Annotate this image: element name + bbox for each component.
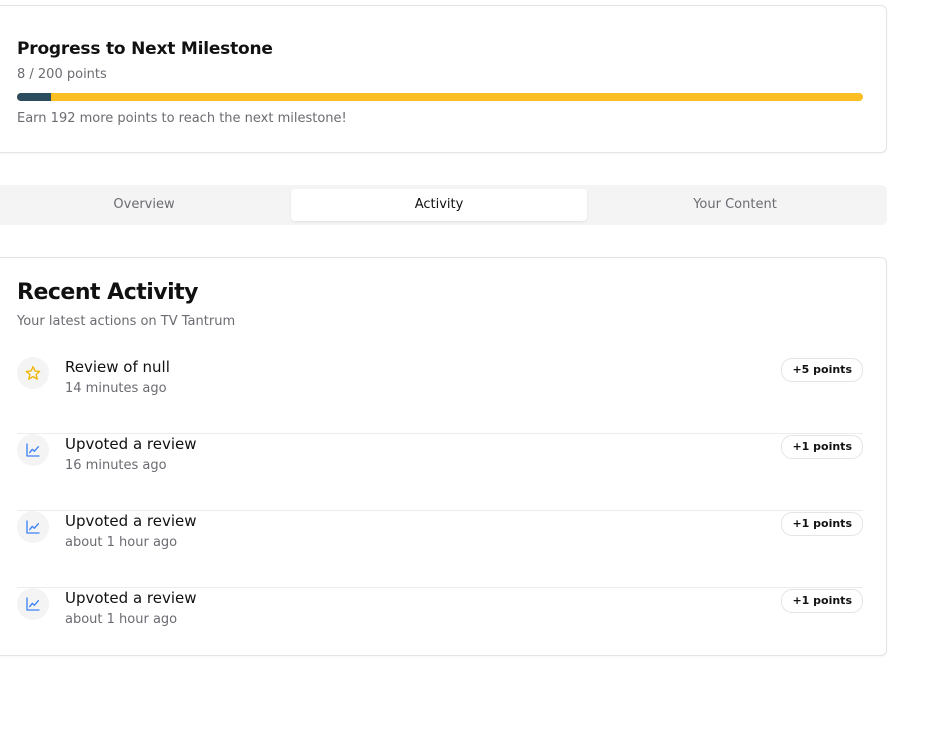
activity-time: 14 minutes ago	[65, 381, 167, 396]
activity-time: about 1 hour ago	[65, 612, 178, 627]
activity-item: Review of null 14 minutes ago +5 points	[17, 357, 863, 434]
points-badge: +1 points	[781, 512, 863, 536]
recent-activity-subheading: Your latest actions on TV Tantrum	[17, 314, 236, 329]
activity-time: about 1 hour ago	[65, 535, 178, 550]
milestone-title: Progress to Next Milestone	[17, 39, 273, 59]
tab-your-content[interactable]: Your Content	[587, 189, 883, 221]
points-badge: +1 points	[781, 435, 863, 459]
star-icon	[17, 357, 49, 389]
tab-activity[interactable]: Activity	[291, 189, 587, 221]
activity-title: Upvoted a review	[65, 512, 197, 530]
trending-chart-icon	[17, 588, 49, 620]
recent-activity-heading: Recent Activity	[17, 280, 199, 305]
activity-title: Review of null	[65, 358, 170, 376]
activity-title: Upvoted a review	[65, 589, 197, 607]
activity-title: Upvoted a review	[65, 435, 197, 453]
trending-chart-icon	[17, 511, 49, 543]
points-badge: +1 points	[781, 589, 863, 613]
activity-item: Upvoted a review about 1 hour ago +1 poi…	[17, 588, 863, 665]
milestone-progress-bar	[17, 93, 863, 101]
trending-chart-icon	[17, 434, 49, 466]
activity-item: Upvoted a review about 1 hour ago +1 poi…	[17, 511, 863, 588]
milestone-progress-fill	[17, 93, 51, 101]
milestone-card: Progress to Next Milestone 8 / 200 point…	[0, 5, 887, 153]
milestone-hint: Earn 192 more points to reach the next m…	[17, 111, 347, 126]
activity-item: Upvoted a review 16 minutes ago +1 point…	[17, 434, 863, 511]
recent-activity-card: Recent Activity Your latest actions on T…	[0, 257, 887, 656]
points-badge: +5 points	[781, 358, 863, 382]
tab-overview[interactable]: Overview	[0, 189, 292, 221]
milestone-points-text: 8 / 200 points	[17, 67, 107, 82]
profile-tabs: Overview Activity Your Content	[0, 185, 887, 225]
activity-time: 16 minutes ago	[65, 458, 167, 473]
